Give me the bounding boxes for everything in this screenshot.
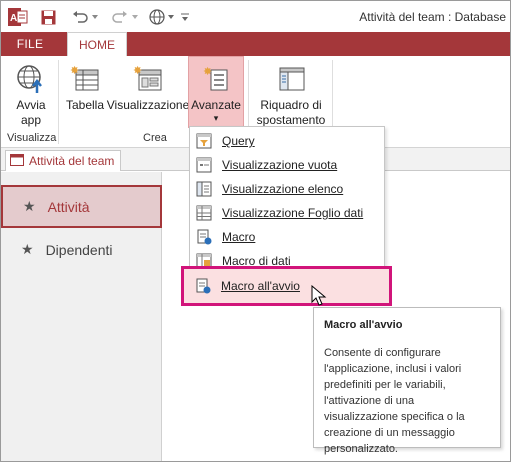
tab-file[interactable]: FILE [7, 32, 53, 56]
navigation-pane: ★ Attività ★ Dipendenti [1, 172, 162, 461]
ribbon-separator [58, 60, 59, 144]
undo-icon[interactable] [71, 7, 89, 27]
globe-launch-icon [14, 62, 48, 96]
launch-app-button[interactable]: Avvia app [9, 62, 53, 128]
group-label-visualizza: Visualizza [7, 132, 57, 144]
group-label-crea: Crea [143, 132, 167, 144]
undo-dropdown-icon[interactable] [91, 7, 99, 27]
launch-app-label-2: app [20, 113, 42, 127]
access-app-icon[interactable]: A [7, 7, 29, 27]
menu-item-blank-view[interactable]: Visualizzazione vuota [190, 153, 384, 177]
table-label: Tabella [65, 98, 105, 112]
document-tab[interactable]: Attività del team [5, 150, 121, 171]
document-tab-icon [10, 153, 24, 169]
macro-icon [195, 228, 213, 246]
datasheet-view-icon [195, 204, 213, 222]
menu-item-label: Visualizzazione vuota [222, 158, 338, 172]
tab-home[interactable]: HOME [67, 32, 127, 56]
window-title: Attività del team : Database [359, 10, 506, 24]
callout-highlight-box [181, 266, 392, 306]
advanced-button[interactable]: ✸ Avanzate ▾ [188, 62, 244, 123]
nav-item-dipendenti[interactable]: ★ Dipendenti [1, 228, 162, 271]
ribbon-tabs: FILE HOME [1, 32, 510, 56]
query-icon [195, 132, 213, 150]
menu-item-macro[interactable]: Macro [190, 225, 384, 249]
redo-icon[interactable] [111, 7, 129, 27]
navigation-pane-button[interactable]: Riquadro di spostamento [253, 62, 329, 128]
list-view-icon [195, 180, 213, 198]
nav-item-label: Dipendenti [45, 241, 113, 258]
menu-item-label: Visualizzazione elenco [222, 182, 344, 196]
advanced-label: Avanzate [191, 98, 241, 112]
menu-item-label: Visualizzazione Foglio dati [222, 206, 364, 220]
view-label: Visualizzazione [106, 98, 190, 112]
document-tab-label: Attività del team [29, 154, 115, 168]
title-bar: A Attività del team : Database [1, 1, 510, 32]
save-icon[interactable] [39, 7, 57, 27]
menu-item-list-view[interactable]: Visualizzazione elenco [190, 177, 384, 201]
advanced-dropdown-menu: Query Visualizzazione vuota Visualizzazi… [189, 126, 385, 274]
globe-dropdown-icon[interactable] [167, 7, 175, 27]
menu-item-datasheet-view[interactable]: Visualizzazione Foglio dati [190, 201, 384, 225]
svg-text:✸: ✸ [70, 64, 79, 77]
table-button[interactable]: ✸ Tabella [64, 62, 106, 113]
view-button[interactable]: ✸ Visualizzazione [106, 62, 190, 113]
nav-item-attivita[interactable]: ★ Attività [1, 185, 162, 228]
svg-text:✸: ✸ [203, 65, 212, 78]
menu-item-label: Macro [222, 230, 256, 244]
table-icon: ✸ [68, 62, 102, 96]
tooltip-title: Macro all'avvio [324, 319, 403, 331]
navigation-pane-label-1: Riquadro di [260, 98, 322, 112]
menu-item-label: Query [222, 134, 255, 148]
nav-item-label: Attività [47, 198, 90, 215]
navigation-pane-icon [274, 62, 308, 96]
customize-qat-icon[interactable] [179, 7, 191, 27]
star-icon: ★ [21, 241, 34, 257]
launch-app-label-1: Avvia [16, 98, 46, 112]
star-icon: ★ [23, 198, 36, 214]
blank-view-icon [195, 156, 213, 174]
advanced-icon: ✸ [199, 62, 233, 96]
view-icon: ✸ [131, 62, 165, 96]
svg-text:A: A [10, 13, 17, 24]
redo-dropdown-icon[interactable] [131, 7, 139, 27]
svg-text:✸: ✸ [133, 64, 142, 77]
menu-item-query[interactable]: Query [190, 129, 384, 153]
globe-icon[interactable] [147, 7, 167, 27]
advanced-dropdown-arrow: ▾ [213, 113, 219, 123]
tooltip: Macro all'avvio Consente di configurare … [313, 307, 501, 455]
tooltip-body: Consente di configurare l'applicazione, … [324, 347, 465, 455]
